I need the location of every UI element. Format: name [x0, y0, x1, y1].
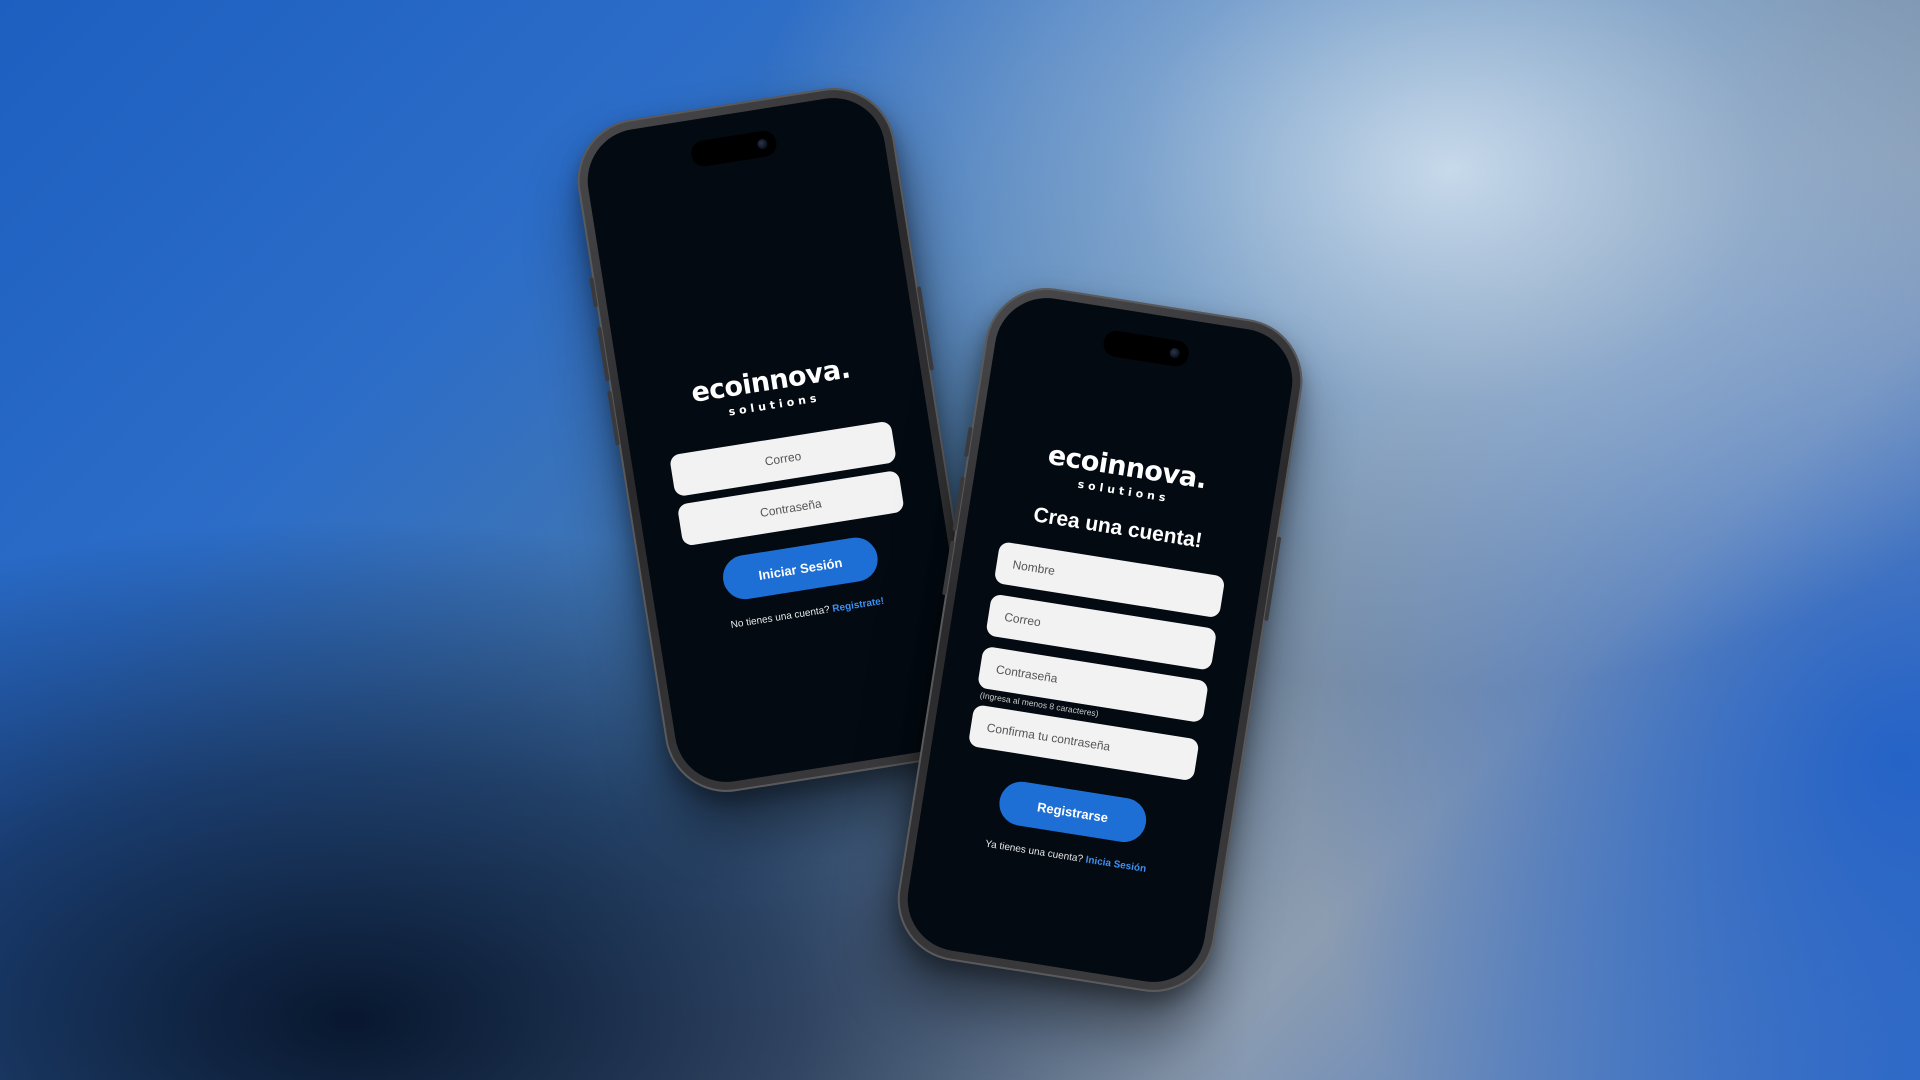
phone-login: ecoinnova. solutions Correo Contraseña I… — [568, 79, 992, 801]
login-link[interactable]: Inicia Sesión — [1085, 855, 1147, 875]
password-placeholder: Contraseña — [995, 662, 1059, 686]
side-button — [916, 286, 934, 371]
confirm-password-placeholder: Confirma tu contraseña — [985, 720, 1112, 754]
register-link[interactable]: Registrate! — [832, 596, 885, 615]
login-prompt-text: Ya tienes una cuenta? — [984, 838, 1084, 865]
side-button — [607, 390, 620, 446]
name-placeholder: Nombre — [1011, 557, 1057, 579]
dynamic-island — [689, 129, 779, 169]
side-button — [597, 326, 610, 382]
dynamic-island — [1101, 329, 1191, 369]
phone-register: ecoinnova. solutions Crea una cuenta! No… — [888, 279, 1312, 1001]
login-prompt: Ya tienes una cuenta? Inicia Sesión — [917, 828, 1215, 886]
register-prompt: No tienes una cuenta? Registrate! — [658, 584, 956, 642]
email-placeholder: Correo — [1003, 609, 1042, 630]
side-button — [952, 476, 965, 532]
side-button — [589, 277, 598, 308]
login-screen: ecoinnova. solutions Correo Contraseña I… — [580, 90, 980, 790]
password-placeholder: Contraseña — [759, 496, 823, 520]
login-button-label: Iniciar Sesión — [757, 554, 844, 583]
email-placeholder: Correo — [763, 448, 803, 469]
register-button-label: Registrarse — [1036, 798, 1110, 825]
side-button — [1264, 536, 1282, 622]
register-screen: ecoinnova. solutions Crea una cuenta! No… — [900, 290, 1300, 990]
register-button[interactable]: Registrarse — [996, 778, 1150, 846]
register-prompt-text: No tienes una cuenta? — [729, 604, 831, 631]
brand-logo: ecoinnova. solutions — [620, 342, 924, 434]
side-button — [964, 426, 973, 458]
camera-lens — [756, 138, 769, 150]
login-button[interactable]: Iniciar Sesión — [719, 534, 881, 603]
camera-lens — [1169, 347, 1181, 359]
